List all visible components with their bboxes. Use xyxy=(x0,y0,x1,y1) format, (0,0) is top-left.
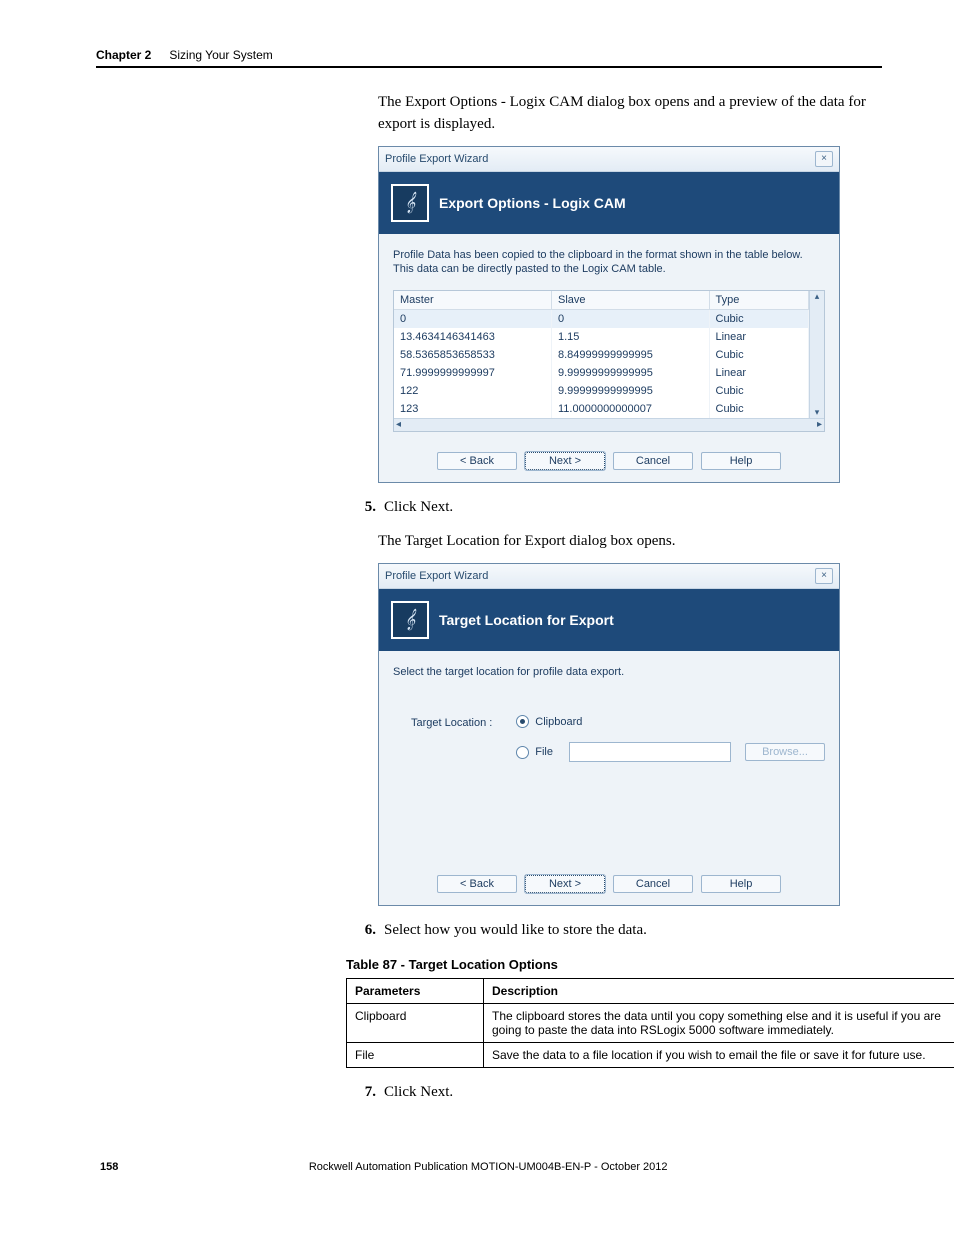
step-number: 5. xyxy=(358,499,376,516)
dialog-instruction: Profile Data has been copied to the clip… xyxy=(393,248,825,277)
table-caption: Table 87 - Target Location Options xyxy=(346,957,882,972)
publication-info: Rockwell Automation Publication MOTION-U… xyxy=(309,1161,668,1173)
step-text: Select how you would like to store the d… xyxy=(384,922,647,939)
scroll-up-icon[interactable]: ▴ xyxy=(815,291,820,302)
section-title: Sizing Your System xyxy=(169,48,272,62)
page-header: Chapter 2 Sizing Your System xyxy=(96,48,882,68)
table-row[interactable]: 13.4634146341463 1.15 Linear xyxy=(394,328,809,346)
chapter-label: Chapter 2 xyxy=(96,48,151,62)
radio-icon xyxy=(516,746,529,759)
radio-icon xyxy=(516,715,529,728)
step-7: 7. Click Next. xyxy=(358,1084,882,1101)
intro-paragraph: The Export Options - Logix CAM dialog bo… xyxy=(378,92,882,136)
dialog-banner: 𝄞 Target Location for Export xyxy=(379,589,839,651)
back-button[interactable]: < Back xyxy=(437,875,517,893)
target-location-options-table: Parameters Description Clipboard The cli… xyxy=(346,978,954,1068)
radio-clipboard[interactable]: Clipboard xyxy=(516,715,825,728)
browse-button[interactable]: Browse... xyxy=(745,743,825,761)
radio-label: Clipboard xyxy=(535,716,582,728)
dialog-titlebar: Profile Export Wizard × xyxy=(379,147,839,172)
table-row[interactable]: 122 9.99999999999995 Cubic xyxy=(394,382,809,400)
radio-label: File xyxy=(535,746,553,758)
export-options-dialog: Profile Export Wizard × 𝄞 Export Options… xyxy=(378,146,840,484)
step-text: Click Next. xyxy=(384,499,453,516)
table-row: File Save the data to a file location if… xyxy=(347,1042,954,1067)
scroll-down-icon[interactable]: ▾ xyxy=(815,407,820,418)
next-button[interactable]: Next > xyxy=(525,875,605,893)
scroll-left-icon[interactable]: ◂ xyxy=(396,419,401,431)
table-row[interactable]: 0 0 Cubic xyxy=(394,310,809,329)
step-number: 7. xyxy=(358,1084,376,1101)
table-row[interactable]: 123 11.0000000000007 Cubic xyxy=(394,400,809,418)
dialog-banner-title: Export Options - Logix CAM xyxy=(439,195,626,211)
dialog-window-title: Profile Export Wizard xyxy=(385,153,488,165)
dialog-window-title: Profile Export Wizard xyxy=(385,570,488,582)
close-icon[interactable]: × xyxy=(815,151,833,167)
dialog-banner: 𝄞 Export Options - Logix CAM xyxy=(379,172,839,234)
wizard-icon: 𝄞 xyxy=(391,184,429,222)
close-icon[interactable]: × xyxy=(815,568,833,584)
target-location-dialog: Profile Export Wizard × 𝄞 Target Locatio… xyxy=(378,563,840,906)
table-row[interactable]: 71.9999999999997 9.99999999999995 Linear xyxy=(394,364,809,382)
target-location-label: Target Location : xyxy=(411,715,502,729)
page-number: 158 xyxy=(100,1161,118,1173)
step-text: Click Next. xyxy=(384,1084,453,1101)
wizard-icon: 𝄞 xyxy=(391,601,429,639)
dialog-instruction: Select the target location for profile d… xyxy=(393,665,825,679)
col-slave: Slave xyxy=(552,291,710,310)
dialog-titlebar: Profile Export Wizard × xyxy=(379,564,839,589)
table-row: Clipboard The clipboard stores the data … xyxy=(347,1003,954,1042)
after-step5-paragraph: The Target Location for Export dialog bo… xyxy=(378,531,882,553)
back-button[interactable]: < Back xyxy=(437,452,517,470)
col-master: Master xyxy=(394,291,552,310)
page-footer: 158 Rockwell Automation Publication MOTI… xyxy=(96,1161,882,1173)
col-parameters: Parameters xyxy=(347,978,484,1003)
horizontal-scrollbar[interactable]: ◂ ▸ xyxy=(394,418,824,431)
next-button[interactable]: Next > xyxy=(525,452,605,470)
scroll-right-icon[interactable]: ▸ xyxy=(817,419,822,431)
data-table: Master Slave Type 0 0 Cubic xyxy=(393,290,825,432)
help-button[interactable]: Help xyxy=(701,452,781,470)
step-6: 6. Select how you would like to store th… xyxy=(358,922,882,939)
cancel-button[interactable]: Cancel xyxy=(613,452,693,470)
vertical-scrollbar[interactable]: ▴ ▾ xyxy=(809,291,824,418)
cancel-button[interactable]: Cancel xyxy=(613,875,693,893)
col-type: Type xyxy=(709,291,809,310)
help-button[interactable]: Help xyxy=(701,875,781,893)
table-row[interactable]: 58.5365853658533 8.84999999999995 Cubic xyxy=(394,346,809,364)
col-description: Description xyxy=(484,978,954,1003)
step-number: 6. xyxy=(358,922,376,939)
dialog-banner-title: Target Location for Export xyxy=(439,612,614,628)
step-5: 5. Click Next. xyxy=(358,499,882,516)
radio-file[interactable]: File Browse... xyxy=(516,742,825,762)
file-path-input[interactable] xyxy=(569,742,731,762)
